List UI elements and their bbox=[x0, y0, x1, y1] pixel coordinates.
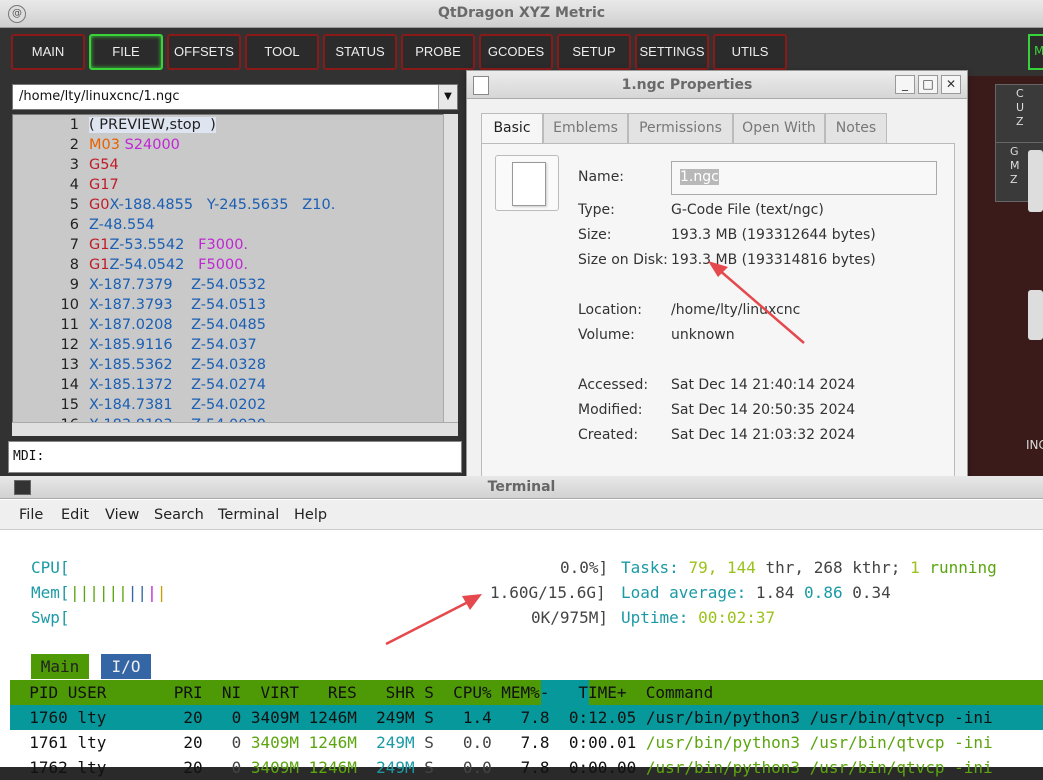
type-label: Type: bbox=[578, 202, 615, 218]
table-row[interactable]: 1760 lty 20 0 3409M 1246M 249M S 1.4 7.8… bbox=[10, 705, 992, 730]
gcode-line: 7 G1Z-53.5542 F3000. bbox=[69, 237, 249, 253]
nav-tool-button[interactable]: TOOL bbox=[245, 34, 319, 70]
gcode-line: 1( PREVIEW,stop ) bbox=[69, 117, 216, 133]
gcode-line: 9 X-187.7379 Z-54.0532 bbox=[69, 277, 266, 293]
qtdragon-window-title: QtDragon XYZ Metric bbox=[437, 5, 606, 21]
maximize-icon[interactable]: □ bbox=[918, 75, 938, 94]
gcode-line: 15 X-184.7381 Z-54.0202 bbox=[60, 397, 266, 413]
volume-label: Volume: bbox=[578, 327, 635, 343]
gcode-line: 8 G1Z-54.0542 F5000. bbox=[69, 257, 249, 273]
process-header-text: PID USER PRI NI VIRT RES SHR S CPU% MEM%… bbox=[10, 683, 714, 702]
created-value: Sat Dec 14 21:03:32 2024 bbox=[671, 427, 856, 443]
gcode-vertical-scrollbar[interactable] bbox=[443, 114, 458, 422]
gcode-line: 4 G17 bbox=[69, 177, 119, 193]
htop-tab-main[interactable]: Main bbox=[31, 654, 89, 679]
type-value: G-Code File (text/ngc) bbox=[671, 202, 824, 218]
mdi-input[interactable]: MDI: bbox=[8, 441, 462, 473]
minimize-icon[interactable]: _ bbox=[895, 75, 915, 94]
annotation-arrow-icon bbox=[385, 594, 482, 646]
gcode-line: 14 X-185.1372 Z-54.0274 bbox=[60, 377, 266, 393]
gcode-line: 6 Z-48.554 bbox=[69, 217, 155, 233]
qtdragon-titlebar: @ QtDragon XYZ Metric bbox=[0, 0, 1043, 28]
load-average: Load average: 1.84 0.86 0.34 bbox=[621, 583, 891, 602]
tab-permissions[interactable]: Permissions bbox=[628, 113, 733, 143]
table-row[interactable]: 1761 lty 20 0 3409M 1246M 249M S 0.0 7.8… bbox=[10, 730, 992, 755]
uptime: Uptime: 00:02:37 bbox=[621, 608, 776, 627]
terminal-titlebar: Terminal bbox=[0, 476, 1043, 499]
gcode-line: 5 G0X-188.4855 Y-245.5635 Z10. bbox=[69, 197, 336, 213]
right-panel-button-1-line: Z bbox=[1016, 115, 1024, 128]
increment-label: INC bbox=[1026, 438, 1043, 452]
gcode-horizontal-scrollbar[interactable] bbox=[12, 422, 458, 436]
tab-open-with[interactable]: Open With bbox=[733, 113, 825, 143]
nav-utils-button[interactable]: UTILS bbox=[713, 34, 787, 70]
size-on-disk-label: Size on Disk: bbox=[578, 252, 668, 268]
gcode-line: 2 M03 S24000 bbox=[69, 137, 180, 153]
right-panel-button-1-line: C bbox=[1016, 87, 1024, 100]
document-icon[interactable] bbox=[495, 155, 559, 211]
name-field[interactable]: 1.ngc bbox=[671, 161, 937, 195]
menu-edit[interactable]: Edit bbox=[61, 507, 89, 523]
properties-titlebar: 1.ngc Properties _ □ ✕ bbox=[467, 71, 967, 99]
tab-emblems[interactable]: Emblems bbox=[543, 113, 628, 143]
location-label: Location: bbox=[578, 302, 642, 318]
nav-gcodes-button[interactable]: GCODES bbox=[479, 34, 553, 70]
file-path-value: /home/lty/linuxcnc/1.ngc bbox=[19, 89, 180, 104]
mem-meter-label: Mem[ bbox=[31, 583, 70, 602]
gcode-line: 10 X-187.3793 Z-54.0513 bbox=[60, 297, 266, 313]
terminal-title: Terminal bbox=[487, 479, 556, 495]
size-value: 193.3 MB (193312644 bytes) bbox=[671, 227, 876, 243]
gcode-line: 12 X-185.9116 Z-54.037 bbox=[60, 337, 257, 353]
menu-view[interactable]: View bbox=[105, 507, 139, 523]
right-panel-button-1-line: U bbox=[1016, 101, 1025, 114]
modified-value: Sat Dec 14 20:50:35 2024 bbox=[671, 402, 856, 418]
cpu-meter-label: CPU[ bbox=[31, 558, 70, 577]
modified-label: Modified: bbox=[578, 402, 643, 418]
terminal-menubar: File Edit View Search Terminal Help bbox=[0, 500, 1043, 530]
table-row[interactable]: 1762 lty 20 0 3409M 1246M 249M S 0.0 7.8… bbox=[10, 755, 992, 780]
size-label: Size: bbox=[578, 227, 612, 243]
htop-tab-io[interactable]: I/O bbox=[101, 654, 151, 679]
swp-meter-label: Swp[ bbox=[31, 608, 70, 627]
accessed-value: Sat Dec 14 21:40:14 2024 bbox=[671, 377, 856, 393]
jog-arrow-down-icon[interactable] bbox=[1028, 150, 1043, 212]
close-icon[interactable]: ✕ bbox=[941, 75, 961, 94]
nav-offsets-button[interactable]: OFFSETS bbox=[167, 34, 241, 70]
chevron-down-icon[interactable]: ▼ bbox=[438, 85, 457, 109]
gcode-line: 3 G54 bbox=[69, 157, 119, 173]
tasks-summary: Tasks: 79, 144 thr, 268 kthr; 1 running bbox=[621, 558, 997, 577]
properties-title: 1.ngc Properties bbox=[621, 77, 753, 93]
menu-search[interactable]: Search bbox=[154, 507, 204, 523]
jog-arrow-left-icon[interactable] bbox=[1028, 290, 1043, 340]
tab-basic[interactable]: Basic bbox=[481, 113, 543, 144]
name-label: Name: bbox=[578, 169, 625, 185]
nav-right-stub-button[interactable]: M bbox=[1028, 34, 1043, 70]
file-path-combo[interactable]: /home/lty/linuxcnc/1.ngc ▼ bbox=[12, 84, 458, 110]
nav-settings-button[interactable]: SETTINGS bbox=[635, 34, 709, 70]
menu-help[interactable]: Help bbox=[294, 507, 327, 523]
swp-meter-value: 0K/975M] bbox=[531, 608, 609, 627]
tab-notes[interactable]: Notes bbox=[825, 113, 887, 143]
nav-main-button[interactable]: MAIN bbox=[11, 34, 85, 70]
created-label: Created: bbox=[578, 427, 639, 443]
process-table-header[interactable]: PID USER PRI NI VIRT RES SHR S CPU% MEM%… bbox=[10, 680, 1043, 705]
name-value: 1.ngc bbox=[680, 169, 719, 185]
mem-meter-value: 1.60G/15.6G] bbox=[490, 583, 606, 602]
nav-status-button[interactable]: STATUS bbox=[323, 34, 397, 70]
nav-probe-button[interactable]: PROBE bbox=[401, 34, 475, 70]
mem-meter-bars: |||||||||| bbox=[70, 583, 167, 602]
cpu-meter-value: 0.0%] bbox=[560, 558, 609, 577]
accessed-label: Accessed: bbox=[578, 377, 649, 393]
right-panel-button-1[interactable]: C U Z bbox=[995, 84, 1043, 144]
nav-file-button[interactable]: FILE bbox=[89, 34, 163, 70]
menu-terminal[interactable]: Terminal bbox=[218, 507, 279, 523]
gcode-line: 13 X-185.5362 Z-54.0328 bbox=[60, 357, 266, 373]
annotation-arrow-icon bbox=[708, 261, 805, 344]
terminal-window: Terminal File Edit View Search Terminal … bbox=[0, 476, 1043, 777]
menu-file[interactable]: File bbox=[19, 507, 43, 523]
gcode-editor[interactable]: 1( PREVIEW,stop ) 2 M03 S24000 3 G54 4 G17 … bbox=[12, 114, 458, 436]
nav-setup-button[interactable]: SETUP bbox=[557, 34, 631, 70]
gcode-line: 11 X-187.0208 Z-54.0485 bbox=[60, 317, 266, 333]
